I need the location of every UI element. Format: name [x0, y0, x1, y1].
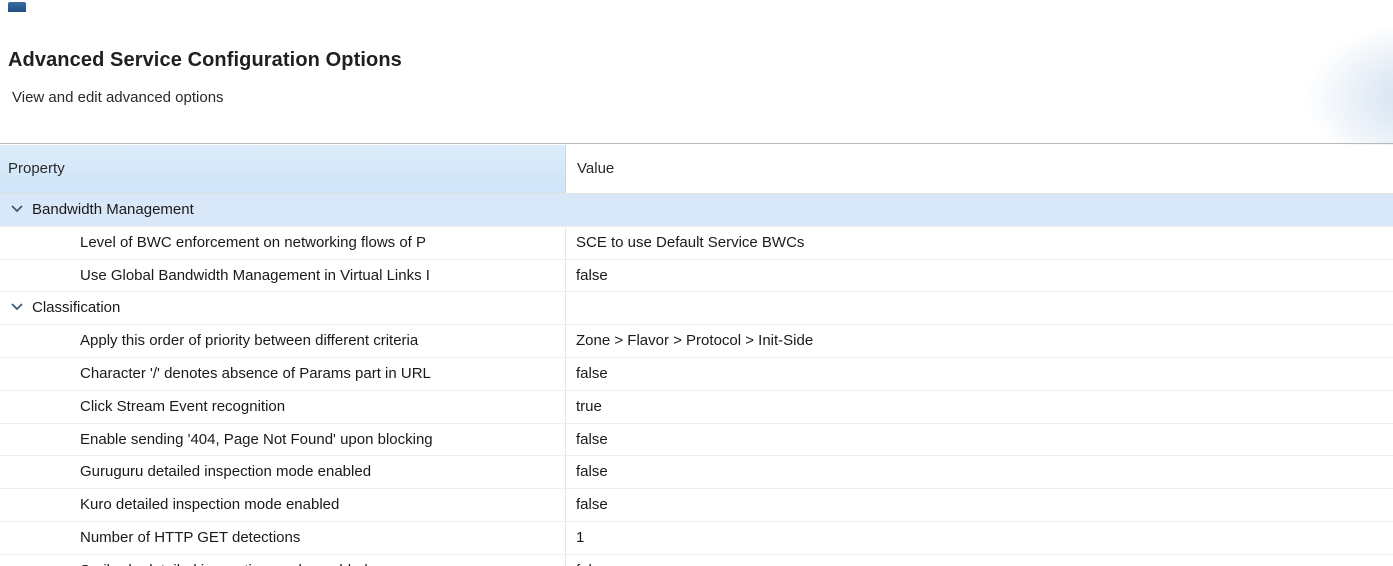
property-value[interactable]: true	[567, 391, 1393, 423]
property-row[interactable]: Apply this order of priority between dif…	[0, 325, 1393, 358]
banner-decoration	[1303, 20, 1393, 150]
window-title-bar	[0, 0, 1393, 18]
property-name-cell: Guruguru detailed inspection mode enable…	[0, 456, 566, 489]
property-row[interactable]: Click Stream Event recognition true	[0, 390, 1393, 424]
page-title: Advanced Service Configuration Options	[8, 49, 402, 71]
property-name: Soribada detailed inspection mode enable…	[80, 562, 368, 566]
property-value[interactable]: 1	[567, 522, 1393, 554]
property-value[interactable]: SCE to use Default Service BWCs	[567, 227, 1393, 259]
property-value[interactable]: Zone > Flavor > Protocol > Init-Side	[567, 325, 1393, 357]
property-name: Level of BWC enforcement on networking f…	[80, 233, 426, 251]
property-name-cell: Level of BWC enforcement on networking f…	[0, 226, 566, 259]
property-value[interactable]: false	[567, 358, 1393, 390]
property-name-cell: Number of HTTP GET detections	[0, 521, 566, 554]
property-row[interactable]: Kuro detailed inspection mode enabled fal…	[0, 489, 1393, 522]
property-name: Apply this order of priority between dif…	[80, 332, 419, 350]
property-name: Kuro detailed inspection mode enabled	[80, 496, 340, 514]
property-row[interactable]: Guruguru detailed inspection mode enable…	[0, 456, 1393, 490]
property-name: Character '/' denotes absence of Params …	[80, 364, 431, 382]
property-value[interactable]: false	[567, 456, 1393, 488]
column-header-value[interactable]: Value	[567, 145, 1393, 193]
property-name-cell: Enable sending '404, Page Not Found' upo…	[0, 423, 566, 456]
category-row[interactable]: Bandwidth Management	[0, 194, 1393, 227]
category-cell: Classification	[0, 292, 566, 325]
property-row[interactable]: Enable sending '404, Page Not Found' upo…	[0, 423, 1393, 457]
category-label: Bandwidth Management	[32, 201, 194, 218]
property-row[interactable]: Character '/' denotes absence of Params …	[0, 357, 1393, 391]
column-header-property[interactable]: Property	[0, 145, 566, 193]
property-value[interactable]: false	[567, 424, 1393, 456]
banner-divider	[0, 143, 1393, 144]
property-name-cell: Click Stream Event recognition	[0, 390, 566, 423]
property-table: Property Value Bandwidth Management Level…	[0, 145, 1393, 566]
property-row[interactable]: Use Global Bandwidth Management in Virtu…	[0, 259, 1393, 293]
property-row[interactable]: Level of BWC enforcement on networking f…	[0, 226, 1393, 260]
property-name: Number of HTTP GET detections	[80, 528, 301, 546]
property-name-cell: Character '/' denotes absence of Params …	[0, 357, 566, 390]
property-row[interactable]: Number of HTTP GET detections 1	[0, 521, 1393, 555]
property-value[interactable]: false	[567, 260, 1393, 292]
table-header: Property Value	[0, 145, 1393, 194]
page-description: View and edit advanced options	[12, 89, 224, 106]
app-icon	[8, 2, 26, 12]
property-row[interactable]: Soribada detailed inspection mode enable…	[0, 554, 1393, 566]
chevron-down-icon[interactable]	[10, 301, 24, 313]
property-value[interactable]: false	[567, 555, 1393, 566]
property-value[interactable]: false	[567, 489, 1393, 521]
property-name: Guruguru detailed inspection mode enable…	[80, 463, 372, 481]
category-label: Classification	[32, 299, 121, 317]
category-row[interactable]: Classification	[0, 292, 1393, 326]
property-name-cell: Soribada detailed inspection mode enable…	[0, 554, 566, 566]
advanced-options-wizard-page: Advanced Service Configuration Options V…	[0, 0, 1393, 566]
table-body: Bandwidth Management Level of BWC enforce…	[0, 194, 1393, 566]
category-value-cell	[567, 292, 1393, 324]
property-name-cell: Use Global Bandwidth Management in Virtu…	[0, 259, 566, 292]
property-name-cell: Kuro detailed inspection mode enabled	[0, 489, 566, 521]
property-name: Enable sending '404, Page Not Found' upo…	[80, 430, 433, 448]
property-name: Click Stream Event recognition	[80, 397, 286, 415]
property-name-cell: Apply this order of priority between dif…	[0, 325, 566, 357]
category-cell: Bandwidth Management	[0, 194, 566, 226]
chevron-down-icon[interactable]	[10, 203, 24, 215]
category-value-cell	[567, 194, 1393, 226]
property-name: Use Global Bandwidth Management in Virtu…	[80, 266, 430, 284]
